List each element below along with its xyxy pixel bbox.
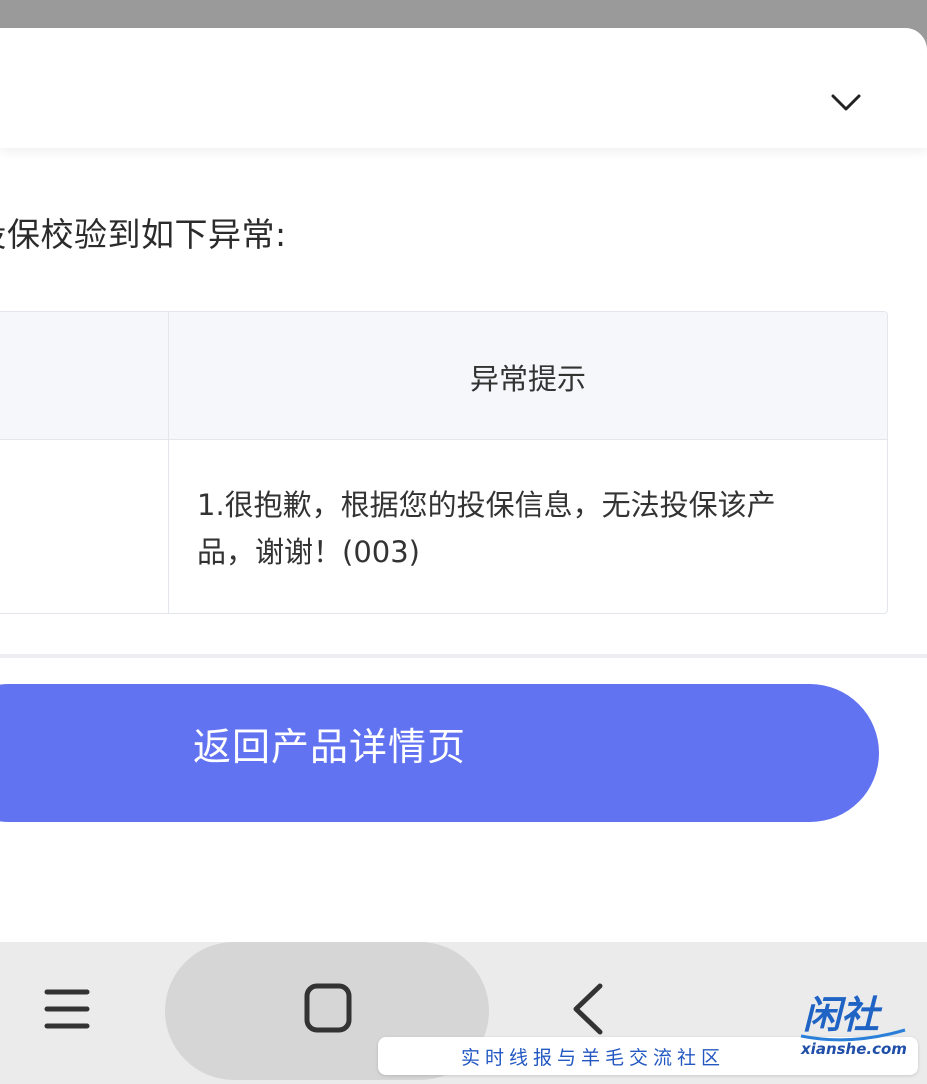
- sheet-header: [0, 28, 927, 148]
- validation-intro-text: 次投保校验到如下异常:: [0, 215, 287, 254]
- bottom-sheet: 次投保校验到如下异常: 异常提示 1.很抱歉，根据您的投保信息，无法投保该产品，…: [0, 28, 927, 942]
- svg-text:闲社: 闲社: [803, 993, 883, 1037]
- watermark-tagline: 实时线报与羊毛交流社区: [460, 1047, 725, 1069]
- table-cell-1: [0, 440, 169, 613]
- xianshe-logo: 闲社 xianshe.com: [800, 993, 907, 1058]
- table-header-cell-2: 异常提示: [169, 312, 887, 439]
- table-row: 1.很抱歉，根据您的投保信息，无法投保该产品，谢谢！(003): [0, 440, 887, 613]
- table-header-row: 异常提示: [0, 312, 887, 440]
- back-icon[interactable]: [568, 982, 608, 1036]
- table-cell-2: 1.很抱歉，根据您的投保信息，无法投保该产品，谢谢！(003): [169, 440, 887, 613]
- exception-hint-header: 异常提示: [469, 362, 586, 396]
- exception-table: 异常提示 1.很抱歉，根据您的投保信息，无法投保该产品，谢谢！(003): [0, 311, 888, 614]
- back-to-product-detail-label: 返回产品详情页: [193, 725, 467, 769]
- menu-icon[interactable]: [44, 984, 90, 1034]
- back-to-product-detail-button[interactable]: 返回产品详情页: [0, 684, 879, 822]
- svg-text:xianshe.com: xianshe.com: [800, 1040, 907, 1058]
- exception-message: 1.很抱歉，根据您的投保信息，无法投保该产品，谢谢！(003): [197, 488, 776, 569]
- chevron-down-icon[interactable]: [829, 90, 863, 114]
- home-icon[interactable]: [303, 982, 353, 1034]
- section-divider: [0, 654, 927, 658]
- table-header-cell-1: [0, 312, 169, 439]
